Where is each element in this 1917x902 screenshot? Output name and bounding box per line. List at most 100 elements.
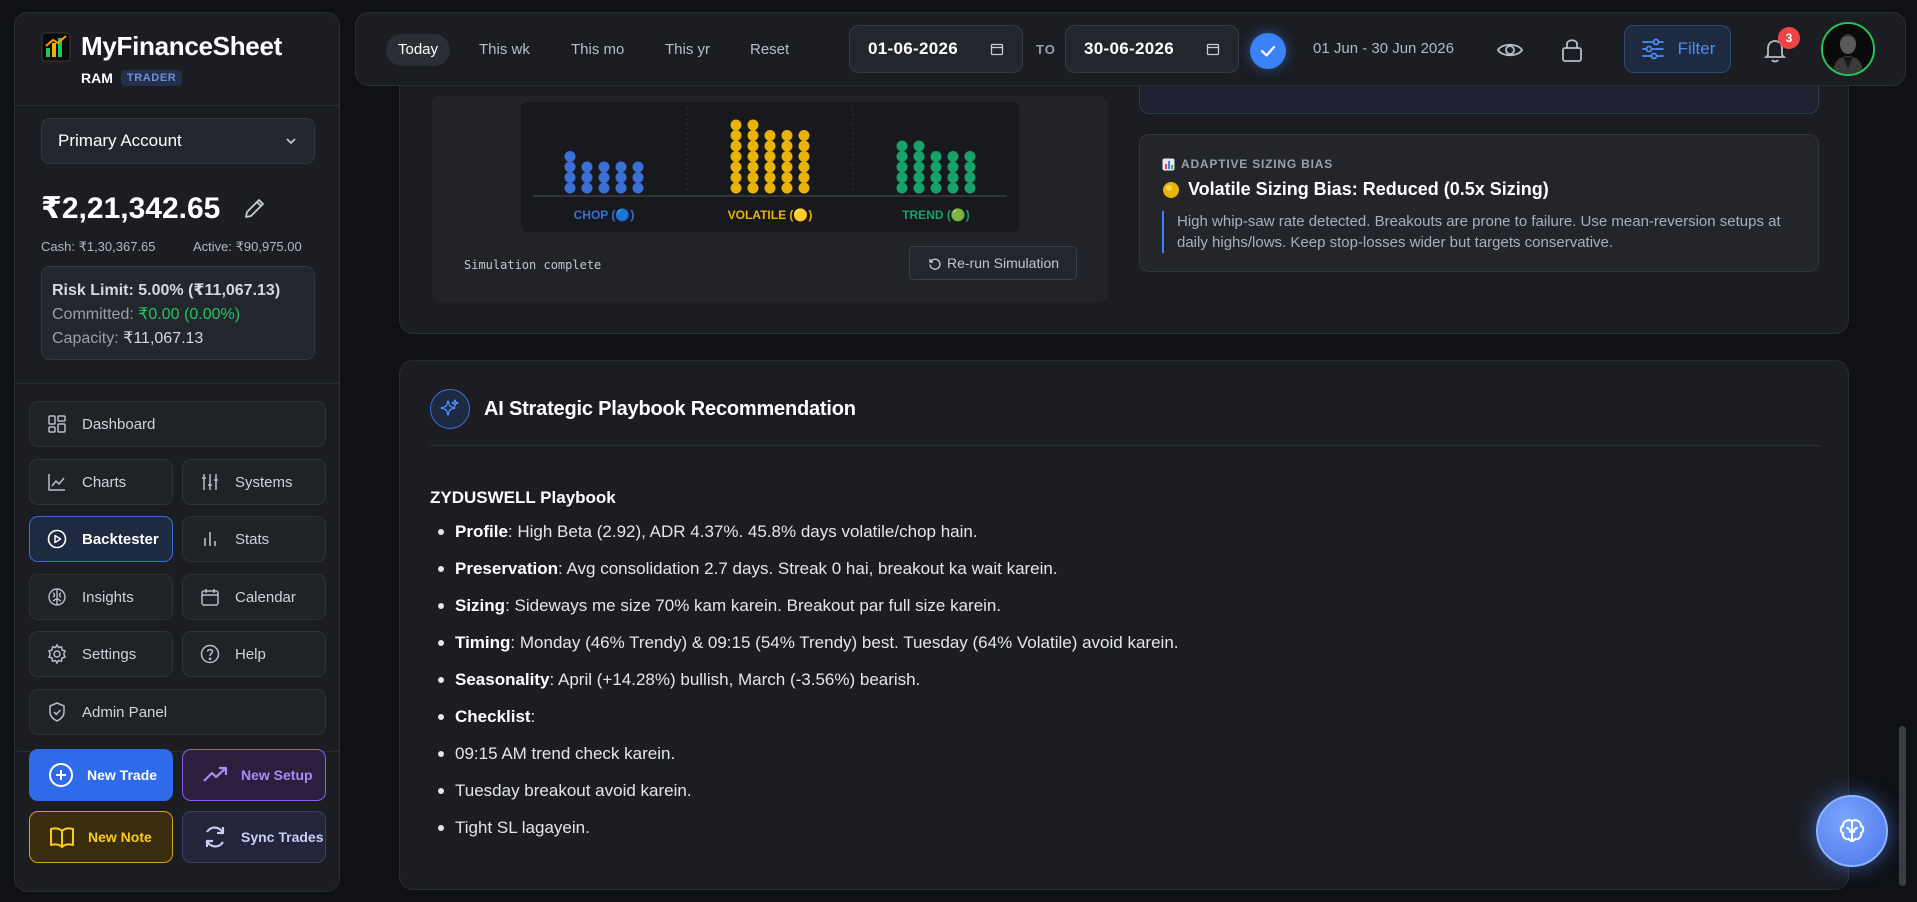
avatar[interactable] bbox=[1821, 22, 1875, 76]
regime-dot bbox=[930, 172, 942, 183]
new-note-button[interactable]: New Note bbox=[29, 811, 173, 863]
playbook-item-text: : High Beta (2.92), ADR 4.37%. 45.8% day… bbox=[507, 522, 978, 541]
nav-settings[interactable]: Settings bbox=[29, 631, 173, 677]
regime-dot bbox=[764, 140, 776, 152]
user-info: RAM TRADER bbox=[81, 70, 183, 86]
eye-icon[interactable] bbox=[1494, 34, 1526, 66]
regime-dot bbox=[913, 151, 925, 162]
category-label: CHOP (🔵) bbox=[574, 208, 635, 222]
regime-dot bbox=[896, 182, 908, 194]
playbook-item: Tuesday breakout avoid karein. bbox=[430, 772, 1810, 809]
yellow-circle-icon bbox=[1163, 181, 1179, 198]
date-from-input[interactable]: 01-06-2026 bbox=[849, 25, 1023, 73]
range-today[interactable]: Today bbox=[386, 34, 451, 66]
to-label: TO bbox=[1036, 42, 1056, 57]
brain-icon bbox=[1839, 819, 1865, 843]
apply-date-button[interactable] bbox=[1250, 33, 1286, 69]
account-balance: ₹2,21,342.65 bbox=[41, 192, 221, 225]
regime-dot bbox=[913, 182, 925, 194]
nav-charts[interactable]: Charts bbox=[29, 459, 173, 505]
date-to-input[interactable]: 30-06-2026 bbox=[1065, 25, 1239, 73]
playbook-item: Checklist: bbox=[430, 698, 1810, 735]
regime-dot bbox=[730, 151, 742, 162]
new-note-label: New Note bbox=[88, 829, 152, 845]
ai-playbook-header: AI Strategic Playbook Recommendation bbox=[430, 389, 856, 429]
regime-dot bbox=[730, 130, 742, 141]
play-circle-icon bbox=[47, 529, 67, 549]
brand[interactable]: MyFinanceSheet bbox=[41, 31, 282, 62]
nav-calendar[interactable]: Calendar bbox=[182, 574, 326, 620]
regime-dot bbox=[781, 161, 793, 173]
edit-pencil-icon[interactable] bbox=[240, 195, 268, 223]
regime-dot bbox=[564, 151, 576, 162]
new-trade-button[interactable]: New Trade bbox=[29, 749, 173, 801]
nav-help[interactable]: Help bbox=[182, 631, 326, 677]
category-label: VOLATILE (🟡) bbox=[728, 208, 813, 222]
date-range-text: 01 Jun - 30 Jun 2026 bbox=[1313, 40, 1454, 57]
sliders-icon bbox=[1641, 38, 1664, 60]
filter-button[interactable]: Filter bbox=[1624, 25, 1731, 73]
range-this-month[interactable]: This mo bbox=[559, 34, 636, 66]
regime-dot bbox=[781, 182, 793, 194]
trending-up-icon bbox=[203, 766, 228, 782]
nav-admin-label: Admin Panel bbox=[82, 703, 168, 721]
playbook-item-text: : Monday (46% Trendy) & 09:15 (54% Trend… bbox=[510, 633, 1179, 652]
range-this-week[interactable]: This wk bbox=[467, 34, 542, 66]
new-setup-button[interactable]: New Setup bbox=[182, 749, 326, 801]
nav-backtester[interactable]: Backtester bbox=[29, 516, 173, 562]
bar-chart-icon bbox=[204, 532, 216, 546]
date-to-value: 30-06-2026 bbox=[1084, 39, 1174, 58]
brain-icon bbox=[48, 588, 66, 606]
range-reset[interactable]: Reset bbox=[738, 34, 801, 66]
regime-dot bbox=[781, 130, 793, 141]
regime-dot bbox=[615, 182, 627, 194]
regime-dot bbox=[730, 182, 742, 194]
playbook-name: ZYDUSWELL Playbook bbox=[430, 488, 616, 507]
lock-icon[interactable] bbox=[1556, 34, 1588, 66]
insight-tag: ADAPTIVE SIZING BIAS bbox=[1162, 157, 1333, 171]
ai-assistant-button[interactable] bbox=[1816, 795, 1888, 867]
regime-dot bbox=[747, 151, 759, 162]
insight-body: High whip-saw rate detected. Breakouts a… bbox=[1162, 211, 1782, 253]
regime-dot bbox=[930, 161, 942, 173]
regime-dot bbox=[896, 172, 908, 183]
date-from-value: 01-06-2026 bbox=[868, 39, 958, 58]
regime-dot bbox=[764, 172, 776, 183]
regime-dot bbox=[581, 172, 593, 183]
committed-label: Committed: bbox=[52, 306, 134, 323]
role-badge: TRADER bbox=[120, 70, 183, 86]
regime-dot bbox=[564, 182, 576, 194]
regime-dot bbox=[730, 119, 742, 131]
plus-circle-icon bbox=[49, 763, 73, 787]
regime-dot bbox=[747, 119, 759, 131]
regime-dot bbox=[764, 130, 776, 141]
nav-admin-panel[interactable]: Admin Panel bbox=[29, 689, 326, 735]
range-this-year[interactable]: This yr bbox=[653, 34, 722, 66]
nav-calendar-label: Calendar bbox=[235, 588, 296, 606]
regime-dot bbox=[764, 151, 776, 162]
nav-dashboard[interactable]: Dashboard bbox=[29, 401, 326, 447]
regime-simulation-panel: CHOP (🔵) VOLATILE (🟡) TREND (🟢) Simulation… bbox=[432, 96, 1108, 302]
rerun-simulation-button[interactable]: Re-run Simulation bbox=[909, 246, 1077, 280]
account-select[interactable]: Primary Account bbox=[41, 118, 315, 164]
sync-trades-button[interactable]: Sync Trades bbox=[182, 811, 326, 863]
bar-chart-emoji-icon bbox=[1162, 158, 1175, 170]
regime-dot bbox=[730, 161, 742, 173]
regime-dot bbox=[747, 182, 759, 194]
dot-chart-svg: CHOP (🔵) VOLATILE (🟡) TREND (🟢) bbox=[533, 108, 1007, 222]
capacity-label: Capacity: bbox=[52, 330, 119, 347]
risk-limit-value: 5.00% (₹11,067.13) bbox=[138, 282, 281, 299]
regime-dot bbox=[798, 161, 810, 173]
dashboard-icon bbox=[48, 415, 66, 433]
account-select-value: Primary Account bbox=[58, 131, 182, 150]
playbook-item-label: Sizing bbox=[455, 596, 506, 615]
scrollbar[interactable] bbox=[1899, 726, 1906, 886]
gear-icon bbox=[48, 643, 66, 665]
refresh-icon bbox=[205, 826, 225, 848]
nav-systems[interactable]: Systems bbox=[182, 459, 326, 505]
nav-stats[interactable]: Stats bbox=[182, 516, 326, 562]
chevron-down-icon bbox=[286, 138, 296, 145]
regime-dot bbox=[964, 182, 976, 194]
nav-insights[interactable]: Insights bbox=[29, 574, 173, 620]
playbook-item: Tight SL lagayein. bbox=[430, 809, 1810, 846]
